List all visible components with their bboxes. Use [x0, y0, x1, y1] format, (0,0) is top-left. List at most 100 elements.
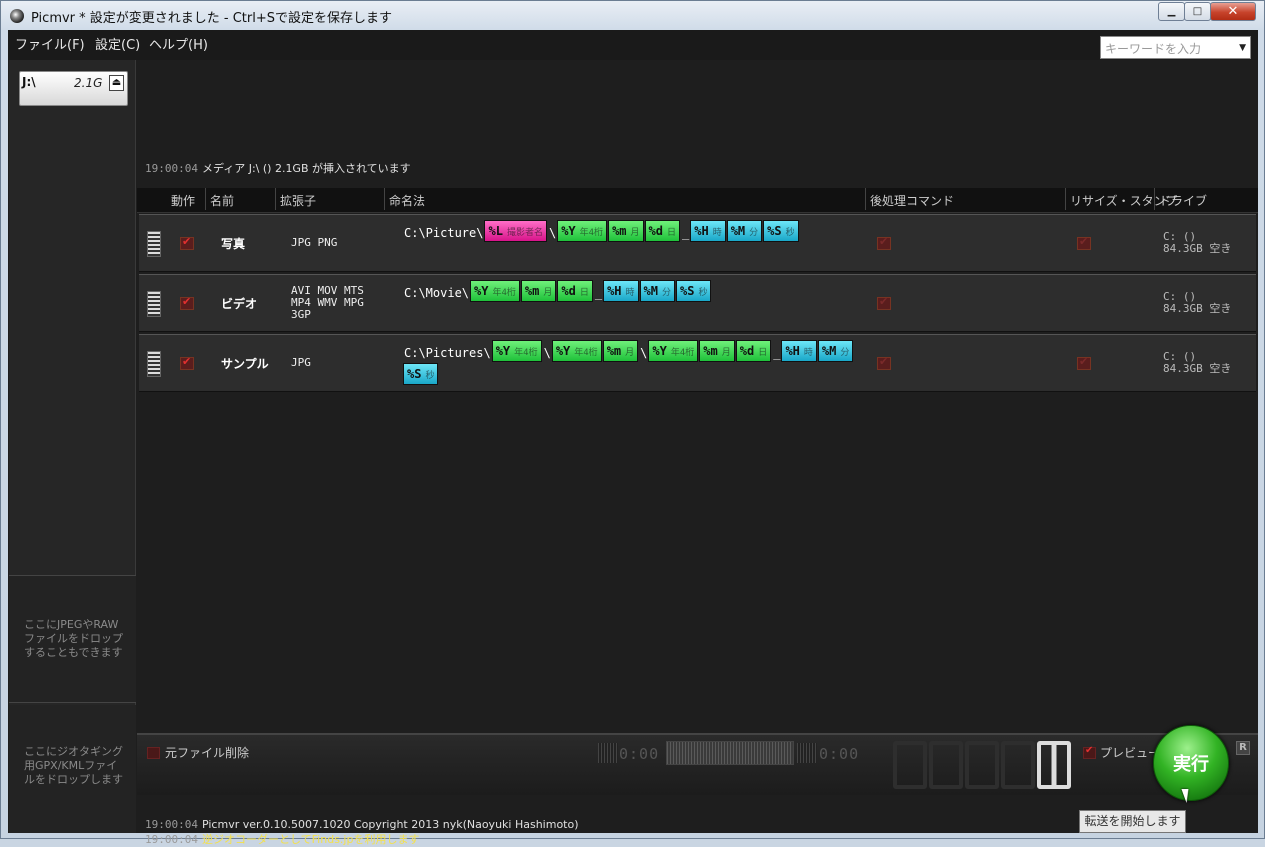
- naming-pattern[interactable]: C:\Movie\ %Y 年4桁 %m 月 %d 日 _ %H 時 %M 分 %S 秒: [403, 280, 863, 303]
- delete-source-checkbox[interactable]: [147, 747, 160, 759]
- resize-checkbox[interactable]: [1077, 235, 1091, 250]
- client-area: ファイル(F) 設定(C) ヘルプ(H) キーワードを入力 ▼ J:\ 2.1G…: [8, 30, 1258, 846]
- token-month[interactable]: %m 月: [602, 340, 639, 362]
- ext-line: 3GP: [291, 308, 311, 321]
- close-icon[interactable]: ✕: [1210, 2, 1256, 21]
- keyword-placeholder: キーワードを入力: [1105, 42, 1202, 56]
- token-day[interactable]: %d 日: [644, 220, 680, 242]
- token-month[interactable]: %m 月: [608, 220, 644, 242]
- naming-pattern[interactable]: C:\Pictures\ %Y 年4桁 \ %Y 年4桁 %m 月 \ %Y 年4桁 %…: [403, 340, 863, 386]
- geotag-drop-text: ここにジオタギング用GPX/KMLファイルをドロップします: [24, 745, 123, 786]
- drag-handle-icon[interactable]: [147, 231, 161, 257]
- post-command-checkbox[interactable]: [877, 355, 891, 370]
- media-card-j[interactable]: J:\ 2.1G ⏏: [19, 71, 128, 106]
- main-panel: 19:00:04 メディア J:\ () 2.1GB が挿入されています 動作 名…: [137, 60, 1258, 846]
- drive-info: C: () 84.3GB 空き: [1163, 351, 1231, 375]
- table-row[interactable]: サンプル JPG C:\Pictures\ %Y年4桁 \ %Y年4桁 %m月 …: [139, 334, 1256, 392]
- log-line: 19:00:04 逆ジオコーダーとしてFinds.jpを利用します: [145, 832, 579, 847]
- row-name: サンプル: [221, 357, 269, 371]
- window-title: Picmvr * 設定が変更されました - Ctrl+Sで設定を保存します: [31, 11, 393, 26]
- minimize-icon[interactable]: ▁: [1158, 2, 1185, 21]
- menu-file[interactable]: ファイル(F): [15, 34, 85, 53]
- preview-checkbox[interactable]: [1083, 745, 1096, 759]
- action-checkbox[interactable]: [180, 235, 194, 250]
- separator: \: [640, 346, 648, 360]
- token-hour[interactable]: %H 時: [690, 220, 726, 242]
- resize-checkbox[interactable]: [1077, 355, 1091, 370]
- counter-digit: [893, 741, 927, 789]
- token-second[interactable]: %S 秒: [676, 280, 712, 302]
- chevron-down-icon[interactable]: ▼: [1239, 43, 1246, 53]
- r-button[interactable]: R: [1236, 741, 1250, 755]
- separator: _: [682, 226, 690, 240]
- media-panel: J:\ 2.1G ⏏ ここにJPEGやRAWファイルをドロップすることもできます…: [9, 60, 136, 833]
- run-tooltip: 転送を開始します: [1079, 810, 1186, 833]
- menu-settings[interactable]: 設定(C): [95, 34, 140, 53]
- col-drive[interactable]: ドライブ: [1154, 188, 1207, 210]
- log-timestamp: 19:00:04: [145, 162, 198, 175]
- drive-free: 84.3GB 空き: [1163, 242, 1232, 255]
- post-command-checkbox[interactable]: [877, 295, 891, 310]
- drive-info: C: () 84.3GB 空き: [1163, 231, 1231, 255]
- image-drop-zone[interactable]: ここにJPEGやRAWファイルをドロップすることもできます: [9, 575, 136, 703]
- token-second[interactable]: %S 秒: [403, 363, 439, 385]
- token-minute[interactable]: %M 分: [639, 280, 676, 302]
- token-month[interactable]: %m 月: [520, 280, 557, 302]
- token-hour[interactable]: %H 時: [781, 340, 817, 362]
- log-text: メディア J:\ () 2.1GB が挿入されています: [201, 162, 411, 175]
- table-row[interactable]: ビデオ AVI MOV MTS MP4 WMV MPG 3GP C:\Movie…: [139, 274, 1256, 332]
- path-prefix: C:\Picture\: [404, 226, 484, 240]
- col-naming[interactable]: 命名法: [384, 188, 425, 210]
- token-year[interactable]: %Y 年4桁: [557, 220, 608, 242]
- post-command-checkbox[interactable]: [877, 235, 891, 250]
- progress-bar: [666, 741, 794, 765]
- drive-info: C: () 84.3GB 空き: [1163, 291, 1231, 315]
- token-hour[interactable]: %H 時: [603, 280, 639, 302]
- remaining-time: 0:00: [819, 745, 860, 763]
- token-second[interactable]: %S 秒: [763, 220, 799, 242]
- token-year[interactable]: %Y 年4桁: [491, 340, 542, 362]
- col-action[interactable]: 動作: [171, 192, 195, 209]
- action-checkbox[interactable]: [180, 295, 194, 310]
- counter-digit: [1001, 741, 1035, 789]
- row-name: ビデオ: [221, 297, 258, 311]
- eject-icon[interactable]: ⏏: [109, 75, 124, 91]
- menu-help[interactable]: ヘルプ(H): [149, 34, 208, 53]
- media-size: 2.1G: [74, 76, 103, 90]
- token-day[interactable]: %d 日: [735, 340, 772, 362]
- drag-handle-icon[interactable]: [147, 351, 161, 377]
- col-ext[interactable]: 拡張子: [275, 188, 316, 210]
- keyword-search-input[interactable]: キーワードを入力 ▼: [1100, 36, 1251, 59]
- table-header: 動作 名前 拡張子 命名法 後処理コマンド リサイズ・スタンプ ドライブ: [137, 188, 1258, 213]
- log-line: 19:00:04 Picmvr ver.0.10.5007.1020 Copyri…: [145, 817, 579, 832]
- preview-label: プレビュー: [1100, 746, 1161, 760]
- progress-tick-right: [797, 743, 817, 763]
- table-row[interactable]: 写真 JPG PNG C:\Picture\ %L撮影者名 \ %Y年4桁 %m…: [139, 214, 1256, 272]
- app-window: Picmvr * 設定が変更されました - Ctrl+Sで設定を保存します ▁ …: [0, 0, 1265, 846]
- naming-pattern[interactable]: C:\Picture\ %L 撮影者名 \ %Y 年4桁 %m 月 %d 日 _ %H 時…: [403, 220, 863, 243]
- app-icon: [10, 9, 24, 23]
- geotag-drop-zone[interactable]: ここにジオタギング用GPX/KMLファイルをドロップします: [9, 705, 136, 833]
- maximize-icon[interactable]: □: [1184, 2, 1211, 21]
- media-log: 19:00:04 メディア J:\ () 2.1GB が挿入されています: [145, 160, 411, 176]
- progress-tick-left: [598, 743, 618, 763]
- options-bar: 元ファイル削除 0:00 0:00 プレビュー 実行 R: [137, 725, 1258, 801]
- path-prefix: C:\Movie\: [404, 286, 470, 300]
- action-checkbox[interactable]: [180, 355, 194, 370]
- drag-handle-icon[interactable]: [147, 291, 161, 317]
- log-timestamp: 19:00:04: [145, 818, 198, 831]
- counter-digit: [965, 741, 999, 789]
- token-minute[interactable]: %M 分: [726, 220, 763, 242]
- col-name[interactable]: 名前: [205, 188, 234, 210]
- row-ext: JPG: [291, 356, 311, 369]
- token-day[interactable]: %d 日: [557, 280, 593, 302]
- token-minute[interactable]: %M 分: [817, 340, 854, 362]
- token-month[interactable]: %m 月: [699, 340, 735, 362]
- token-year[interactable]: %Y 年4桁: [551, 340, 602, 362]
- token-year[interactable]: %Y 年4桁: [470, 280, 520, 302]
- run-button[interactable]: 実行: [1153, 725, 1229, 801]
- token-photographer[interactable]: %L 撮影者名: [484, 220, 547, 242]
- token-year[interactable]: %Y 年4桁: [648, 340, 699, 362]
- col-post[interactable]: 後処理コマンド: [865, 188, 954, 210]
- separator: \: [543, 346, 551, 360]
